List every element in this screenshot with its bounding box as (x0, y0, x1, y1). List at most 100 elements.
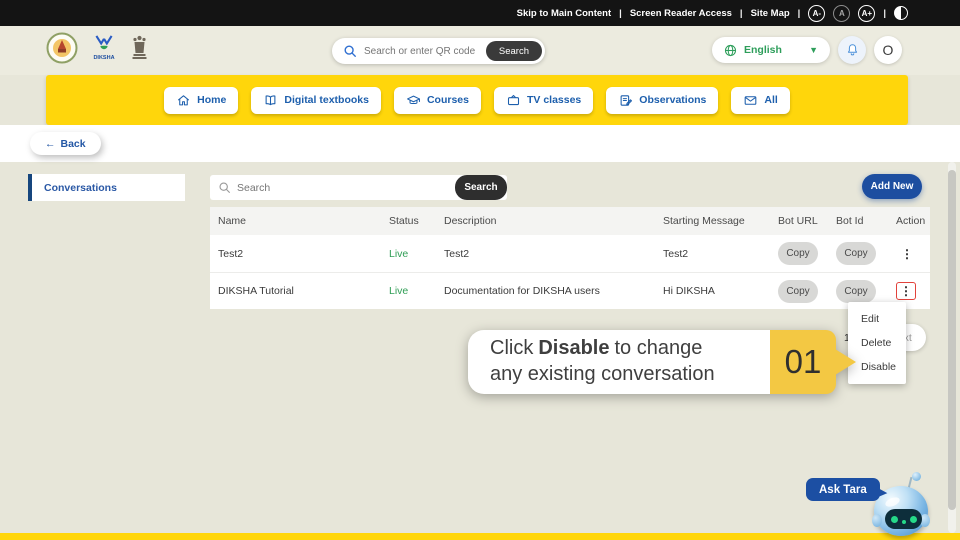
scrollbar-thumb[interactable] (948, 170, 956, 510)
cell-name: Test2 (210, 248, 381, 260)
copy-bot-id-button[interactable]: Copy (836, 280, 876, 303)
copy-bot-url-button[interactable]: Copy (778, 280, 818, 303)
status-badge: Live (381, 285, 436, 297)
sidebar-item-label: Conversations (44, 182, 117, 194)
nav-item-label: Courses (427, 94, 469, 106)
tamilnadu-emblem-logo (46, 32, 78, 64)
cell-description: Test2 (436, 248, 655, 260)
profile-avatar[interactable]: O (874, 36, 902, 64)
global-search: Search (332, 38, 545, 64)
separator: | (798, 8, 801, 19)
cell-name: DIKSHA Tutorial (210, 285, 381, 297)
nav-item-label: All (764, 94, 777, 106)
callout-text-prefix: Click (490, 337, 533, 359)
row-actions-menu: Edit Delete Disable (848, 302, 906, 384)
main-navigation: Home Digital textbooks Courses (46, 75, 908, 125)
home-icon (176, 93, 191, 108)
robot-face (885, 509, 922, 529)
copy-bot-id-button[interactable]: Copy (836, 242, 876, 265)
sidebar-item-conversations[interactable]: Conversations (28, 174, 185, 201)
global-search-button[interactable]: Search (486, 41, 542, 61)
menu-item-edit[interactable]: Edit (848, 307, 906, 331)
cell-starting-message: Hi DIKSHA (655, 285, 770, 297)
globe-icon (724, 44, 737, 57)
column-header-action: Action (888, 215, 930, 227)
nav-item-observations[interactable]: Observations (606, 87, 718, 114)
menu-item-delete[interactable]: Delete (848, 331, 906, 355)
accessibility-bar: Skip to Main Content | Screen Reader Acc… (0, 0, 960, 26)
footer-yellow-band (0, 533, 960, 540)
bell-icon (845, 42, 860, 58)
table-row: Test2 Live Test2 Test2 Copy Copy ⋮ (210, 235, 930, 272)
separator: | (619, 8, 622, 19)
language-selector[interactable]: English ▼ (712, 37, 830, 63)
page: Skip to Main Content | Screen Reader Acc… (0, 0, 960, 540)
tara-robot-mascot[interactable] (872, 477, 932, 537)
notifications-button[interactable] (838, 36, 866, 64)
contrast-toggle-icon[interactable] (894, 6, 908, 20)
screen-reader-link[interactable]: Screen Reader Access (630, 8, 732, 19)
font-decrease-button[interactable]: A- (808, 5, 825, 22)
back-button[interactable]: ← Back (30, 132, 101, 155)
nav-item-all[interactable]: All (731, 87, 789, 114)
skip-to-content-link[interactable]: Skip to Main Content (517, 8, 611, 19)
column-header-starting-message: Starting Message (655, 215, 770, 227)
language-selected-label: English (744, 44, 782, 56)
column-header-status: Status (381, 215, 436, 227)
robot-shine (884, 495, 901, 508)
nav-item-label: Digital textbooks (284, 94, 369, 106)
row-actions-kebab-icon[interactable]: ⋮ (897, 283, 915, 299)
ask-tara-button[interactable]: Ask Tara (806, 478, 880, 501)
robot-ear-left (872, 514, 882, 527)
conversation-search-button[interactable]: Search (455, 175, 507, 200)
header-actions: English ▼ O (712, 36, 902, 64)
envelope-icon (743, 93, 758, 108)
font-increase-button[interactable]: A+ (858, 5, 875, 22)
diksha-logo-label: DIKSHA (93, 55, 114, 61)
conversation-search: Search (210, 175, 507, 200)
global-search-input[interactable] (364, 46, 479, 57)
book-icon (263, 93, 278, 108)
robot-antenna-ball (912, 472, 921, 481)
search-icon (218, 181, 231, 194)
separator: | (740, 8, 743, 19)
callout-text-line2: any existing conversation (490, 363, 715, 385)
robot-eye-right (910, 516, 917, 523)
chevron-down-icon: ▼ (809, 45, 818, 55)
conversations-table: Name Status Description Starting Message… (210, 207, 930, 309)
copy-bot-url-button[interactable]: Copy (778, 242, 818, 265)
conversation-search-input[interactable] (237, 182, 407, 194)
tour-callout: ClickDisableto change any existing conve… (468, 330, 836, 394)
highlight-red-box: ⋮ (896, 282, 916, 300)
column-header-description: Description (436, 215, 655, 227)
nav-item-digital-textbooks[interactable]: Digital textbooks (251, 87, 381, 114)
nav-item-courses[interactable]: Courses (394, 87, 481, 114)
add-new-button[interactable]: Add New (862, 174, 922, 199)
row-actions-kebab-icon[interactable]: ⋮ (898, 246, 916, 262)
callout-text-suffix: to change (615, 337, 703, 359)
tv-icon (506, 93, 521, 108)
menu-item-disable[interactable]: Disable (848, 355, 906, 379)
cell-description: Documentation for DIKSHA users (436, 285, 655, 297)
robot-mouth-dot (902, 520, 906, 524)
nav-item-tv-classes[interactable]: TV classes (494, 87, 593, 114)
nav-item-home[interactable]: Home (164, 87, 238, 114)
status-badge: Live (381, 248, 436, 260)
back-row: ← Back (0, 125, 960, 162)
separator: | (883, 8, 886, 19)
diksha-logo[interactable]: DIKSHA (93, 35, 115, 61)
tour-step-number: 01 (770, 330, 836, 394)
robot-eye-left (891, 516, 898, 523)
table-header-row: Name Status Description Starting Message… (210, 207, 930, 235)
back-button-label: Back (61, 138, 86, 150)
logo-group: DIKSHA (46, 32, 149, 64)
column-header-bot-id: Bot Id (828, 215, 888, 227)
font-default-button[interactable]: A (833, 5, 850, 22)
nav-item-label: TV classes (527, 94, 581, 106)
nav-item-label: Home (197, 94, 226, 106)
header: DIKSHA Search (0, 26, 960, 75)
graduation-cap-icon (406, 93, 421, 108)
site-map-link[interactable]: Site Map (751, 8, 790, 19)
arrow-left-icon: ← (45, 138, 56, 150)
table-row: DIKSHA Tutorial Live Documentation for D… (210, 272, 930, 309)
